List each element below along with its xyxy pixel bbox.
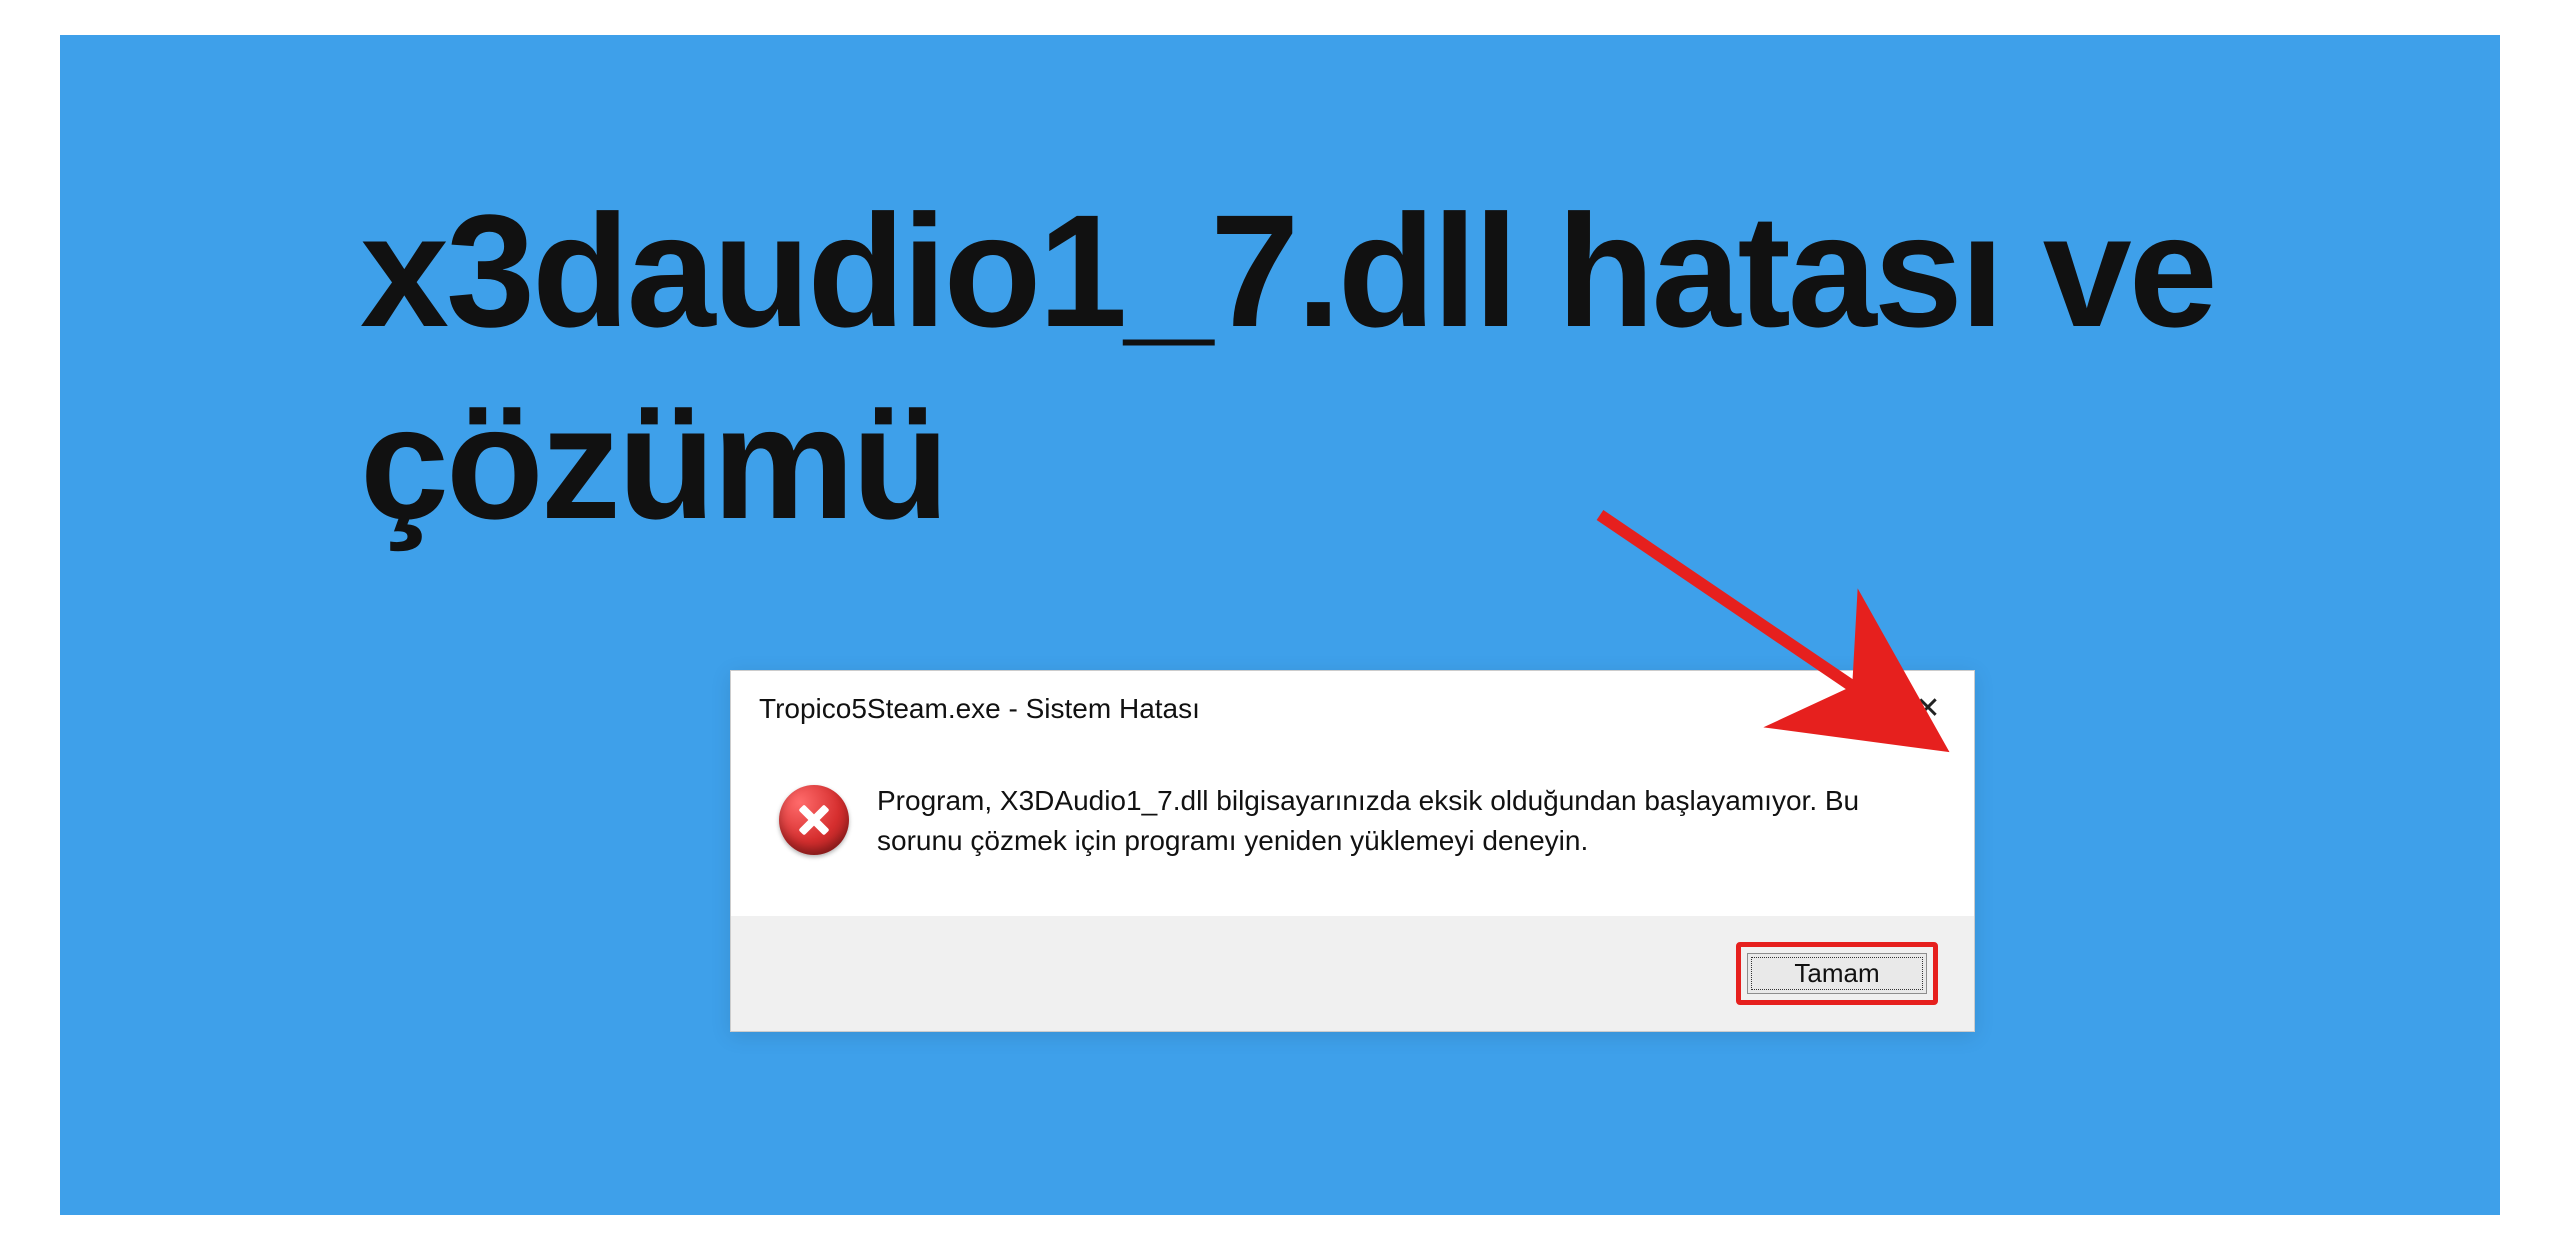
dialog-footer: Tamam [731,916,1974,1031]
dialog-message: Program, X3DAudio1_7.dll bilgisayarınızd… [877,781,1897,862]
headline-text: x3daudio1_7.dll hatası ve çözümü [360,175,2260,559]
slide-canvas: x3daudio1_7.dll hatası ve çözümü Tropico… [60,35,2500,1215]
error-icon [779,785,849,855]
dialog-body: Program, X3DAudio1_7.dll bilgisayarınızd… [731,741,1974,916]
error-dialog: Tropico5Steam.exe - Sistem Hatası ✕ Prog… [730,670,1975,1032]
ok-button[interactable]: Tamam [1747,953,1927,994]
dialog-title: Tropico5Steam.exe - Sistem Hatası [759,693,1200,725]
dialog-titlebar[interactable]: Tropico5Steam.exe - Sistem Hatası ✕ [731,671,1974,741]
close-icon[interactable]: ✕ [1906,687,1950,731]
ok-button-highlight: Tamam [1736,942,1938,1005]
